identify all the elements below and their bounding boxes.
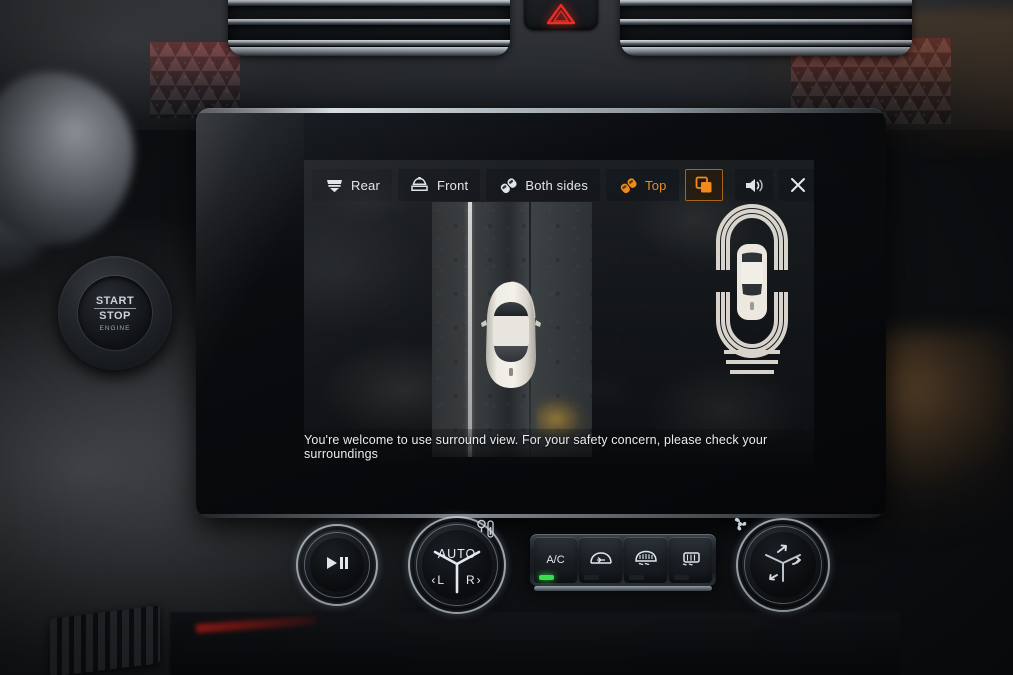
hazard-triangle-icon <box>546 2 576 26</box>
surround-view-toolbar: Rear Front Both sides Top <box>312 168 814 202</box>
start-stop-divider <box>94 307 136 309</box>
vent-chrome-bezel <box>228 47 510 56</box>
start-stop-engine-button[interactable]: START STOP ENGINE <box>58 256 172 370</box>
view-button-rear[interactable]: Rear <box>312 169 392 201</box>
car-infotainment-photo: START STOP ENGINE Rear Front Both sides … <box>0 0 1013 675</box>
rear-defrost-button[interactable] <box>669 537 712 583</box>
air-vent-left[interactable] <box>228 0 510 56</box>
rear-defrost-led-indicator <box>674 575 689 580</box>
vent-slat <box>620 19 912 25</box>
screen-bezel-reflection <box>196 108 304 518</box>
vent-slat <box>228 40 510 46</box>
recirculation-icon <box>587 551 615 570</box>
ac-led-indicator <box>539 575 554 580</box>
view-button-both-sides-label: Both sides <box>525 177 589 193</box>
play-pause-icon <box>324 555 350 576</box>
safety-warning-banner: You're welcome to use surround view. For… <box>304 429 814 465</box>
air-vent-right[interactable] <box>620 0 912 56</box>
view-button-front[interactable]: Front <box>397 169 481 201</box>
recirculation-button[interactable] <box>579 537 622 583</box>
layers-icon <box>694 176 714 194</box>
honeycomb-pattern-left <box>150 42 240 118</box>
view-button-front-label: Front <box>436 177 469 193</box>
vehicle-model-top-view <box>479 280 543 392</box>
media-playback-knob[interactable] <box>296 524 378 606</box>
fan-icon <box>730 514 750 539</box>
top-view-icon <box>618 176 638 194</box>
housing-chrome-top <box>196 108 886 113</box>
view-button-top[interactable]: Top <box>606 169 679 201</box>
view-button-top-label: Top <box>645 177 667 193</box>
layers-toggle-button[interactable] <box>684 169 723 201</box>
infotainment-screen-housing: Rear Front Both sides Top You're welcome… <box>196 108 886 518</box>
airflow-direction-knob[interactable] <box>734 518 830 612</box>
climate-auto-knob[interactable]: AUTO ‹L R› <box>408 516 506 614</box>
vent-slat <box>620 40 912 46</box>
volume-button[interactable] <box>734 169 773 201</box>
vent-slat <box>228 19 510 25</box>
view-button-both-sides[interactable]: Both sides <box>486 169 601 201</box>
engine-label: ENGINE <box>99 324 131 332</box>
airflow-direction-icon <box>753 533 813 598</box>
speaker-icon <box>744 176 764 194</box>
parking-sensor-radar <box>704 192 800 392</box>
surround-view-screen[interactable]: Rear Front Both sides Top You're welcome… <box>304 160 814 465</box>
both-sides-icon <box>498 176 518 194</box>
vent-chrome-bezel <box>620 47 912 56</box>
hazard-light-button[interactable] <box>524 0 598 30</box>
car-front-icon <box>410 176 430 194</box>
vent-slat <box>228 0 510 6</box>
climate-control-panel: AUTO ‹L R› A/C <box>196 500 886 620</box>
front-defrost-button[interactable] <box>624 537 667 583</box>
close-icon <box>788 176 808 194</box>
vent-slat <box>620 0 912 6</box>
stop-label: STOP <box>99 309 131 322</box>
ac-button[interactable]: A/C <box>534 537 577 583</box>
front-defrost-led-indicator <box>629 575 644 580</box>
front-defrost-icon <box>633 550 659 571</box>
honeycomb-trim-left <box>150 42 240 118</box>
auto-label: AUTO <box>437 547 477 561</box>
ac-label: A/C <box>546 554 565 566</box>
climate-bar-base <box>534 586 712 591</box>
safety-warning-text: You're welcome to use surround view. For… <box>304 433 768 461</box>
speaker-grille <box>50 605 160 675</box>
lane-marking <box>468 202 472 457</box>
start-label: START <box>95 294 135 307</box>
rear-defrost-icon <box>680 550 702 571</box>
left-zone-label: ‹L <box>431 573 446 587</box>
view-button-rear-label: Rear <box>351 177 380 193</box>
car-rear-icon <box>324 176 344 194</box>
recirculation-led-indicator <box>584 575 599 580</box>
surround-top-view[interactable] <box>432 202 592 457</box>
right-zone-label: R› <box>466 573 483 587</box>
close-button[interactable] <box>778 169 814 201</box>
climate-button-bar: A/C <box>530 534 716 591</box>
